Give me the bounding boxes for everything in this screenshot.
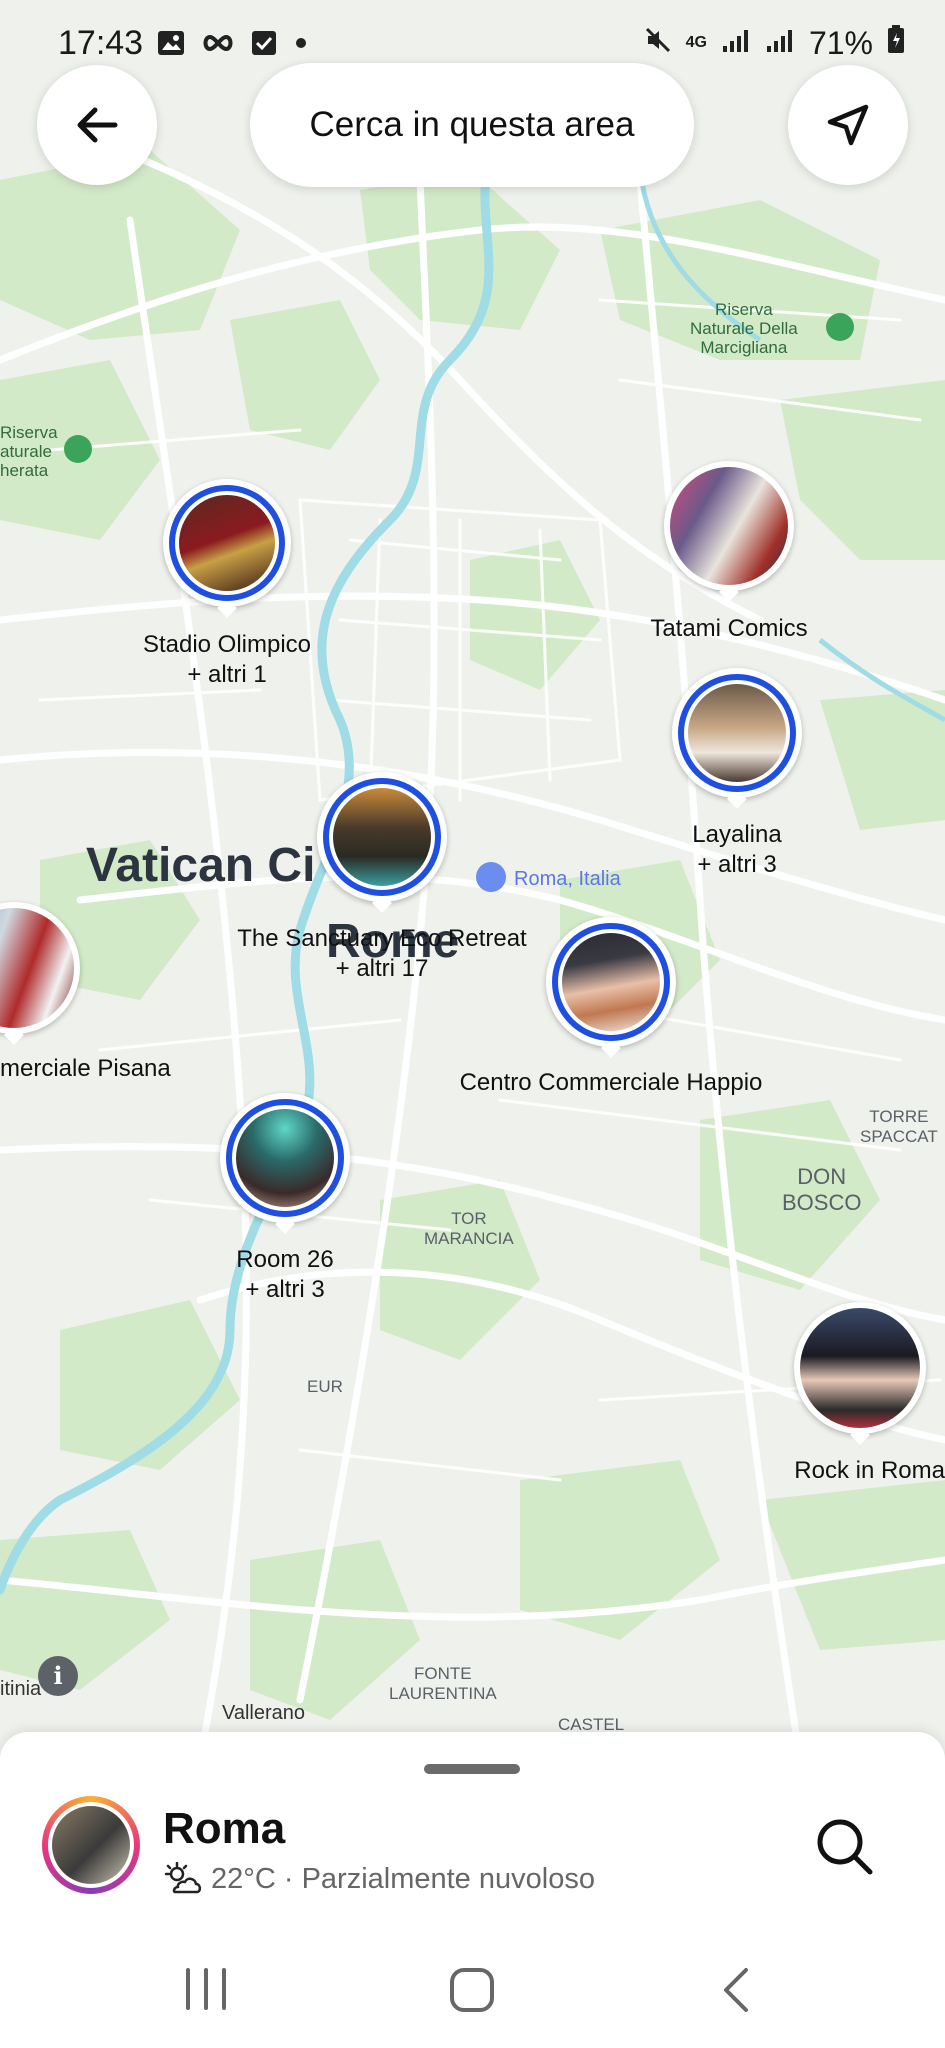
signal-icon: [721, 25, 751, 62]
system-back-button[interactable]: [712, 1964, 762, 2016]
place-label-layalina[interactable]: Layalina + altri 3: [637, 820, 837, 880]
weather-row: 22°C · Parzialmente nuvoloso: [163, 1862, 595, 1896]
gallery-icon: [156, 28, 186, 63]
chevron-left-icon: [724, 1968, 748, 2012]
place-pin-layalina[interactable]: [672, 668, 802, 809]
map-label-vatican: Vatican Ci: [86, 839, 316, 892]
recent-apps-button[interactable]: [178, 1964, 234, 2014]
map-view[interactable]: Riserva Naturale Della Marcigliana Riser…: [0, 0, 945, 1760]
search-this-area-button[interactable]: Cerca in questa area: [250, 63, 694, 187]
network-label: 4G: [685, 34, 707, 51]
infinity-icon: [202, 33, 234, 58]
place-pin-room-26[interactable]: [220, 1093, 350, 1234]
system-nav-bar: [0, 1930, 945, 2048]
dot-icon: [294, 36, 308, 55]
location-avatar[interactable]: [42, 1796, 140, 1894]
place-label-commerciale-pisana[interactable]: merciale Pisana: [0, 1054, 171, 1084]
map-label-eur: EUR: [307, 1377, 343, 1396]
signal-icon-2: [765, 25, 795, 62]
mute-icon: [644, 25, 672, 62]
location-title: Roma: [163, 1804, 286, 1853]
place-photo: [562, 933, 660, 1031]
my-location-button[interactable]: [788, 65, 908, 185]
partly-cloudy-icon: [164, 1862, 202, 1894]
home-button[interactable]: [444, 1962, 500, 2018]
place-label-rock-in-roma[interactable]: Rock in Roma: [760, 1456, 945, 1486]
navigation-arrow-icon: [827, 104, 869, 146]
map-info-icon[interactable]: i: [38, 1656, 78, 1696]
back-button[interactable]: [37, 65, 157, 185]
map-label-don-bosco: DON BOSCO: [782, 1164, 862, 1215]
place-pin-centro-commerciale-happio[interactable]: [546, 917, 676, 1058]
map-label-riserva-left: Riserva aturale herata: [0, 423, 58, 480]
checkbox-icon: [250, 29, 278, 62]
map-label-riserva-marcigliana: Riserva Naturale Della Marcigliana: [690, 300, 798, 357]
place-photo: [179, 495, 275, 591]
status-time: 17:43: [58, 24, 144, 62]
map-label-fonte-laurentina: FONTE LAURENTINA: [389, 1664, 497, 1703]
home-icon: [450, 1968, 494, 2012]
place-label-stadio-olimpico[interactable]: Stadio Olimpico + altri 1: [117, 630, 337, 690]
place-pin-rock-in-roma[interactable]: [794, 1302, 926, 1445]
place-photo: [236, 1109, 334, 1207]
map-label-torre-spaccata: TORRE SPACCAT: [860, 1107, 938, 1146]
place-photo: [0, 908, 74, 1028]
map-label-itinia: itinia: [0, 1678, 42, 1700]
arrow-left-icon: [77, 107, 118, 143]
sheet-drag-handle[interactable]: [424, 1764, 520, 1774]
place-pin-tatami-comics[interactable]: [664, 461, 794, 602]
search-button[interactable]: [810, 1812, 880, 1882]
place-photo: [688, 684, 786, 782]
weather-text: 22°C · Parzialmente nuvoloso: [211, 1862, 595, 1895]
place-photo: [800, 1308, 920, 1428]
map-label-vallerano: Vallerano: [222, 1702, 306, 1724]
place-photo: [333, 788, 431, 886]
place-label-sanctuary-eco-retreat[interactable]: The Sanctuary Eco Retreat + altri 17: [222, 924, 542, 984]
map-label-tor-marancia: TOR MARANCIA: [424, 1209, 514, 1248]
place-pin-sanctuary-eco-retreat[interactable]: [317, 772, 447, 913]
place-label-room-26[interactable]: Room 26 + altri 3: [185, 1245, 385, 1305]
place-label-centro-commerciale-happio[interactable]: Centro Commerciale Happio: [436, 1068, 786, 1098]
place-pin-stadio-olimpico[interactable]: [163, 479, 291, 618]
search-icon: [817, 1819, 873, 1875]
recent-apps-icon: [186, 1968, 226, 2010]
map-label-roma-italia[interactable]: Roma, Italia: [514, 864, 621, 894]
place-photo: [670, 467, 788, 585]
battery-icon: [887, 24, 905, 62]
battery-label: 71%: [808, 24, 873, 61]
place-label-tatami-comics[interactable]: Tatami Comics: [628, 614, 830, 644]
